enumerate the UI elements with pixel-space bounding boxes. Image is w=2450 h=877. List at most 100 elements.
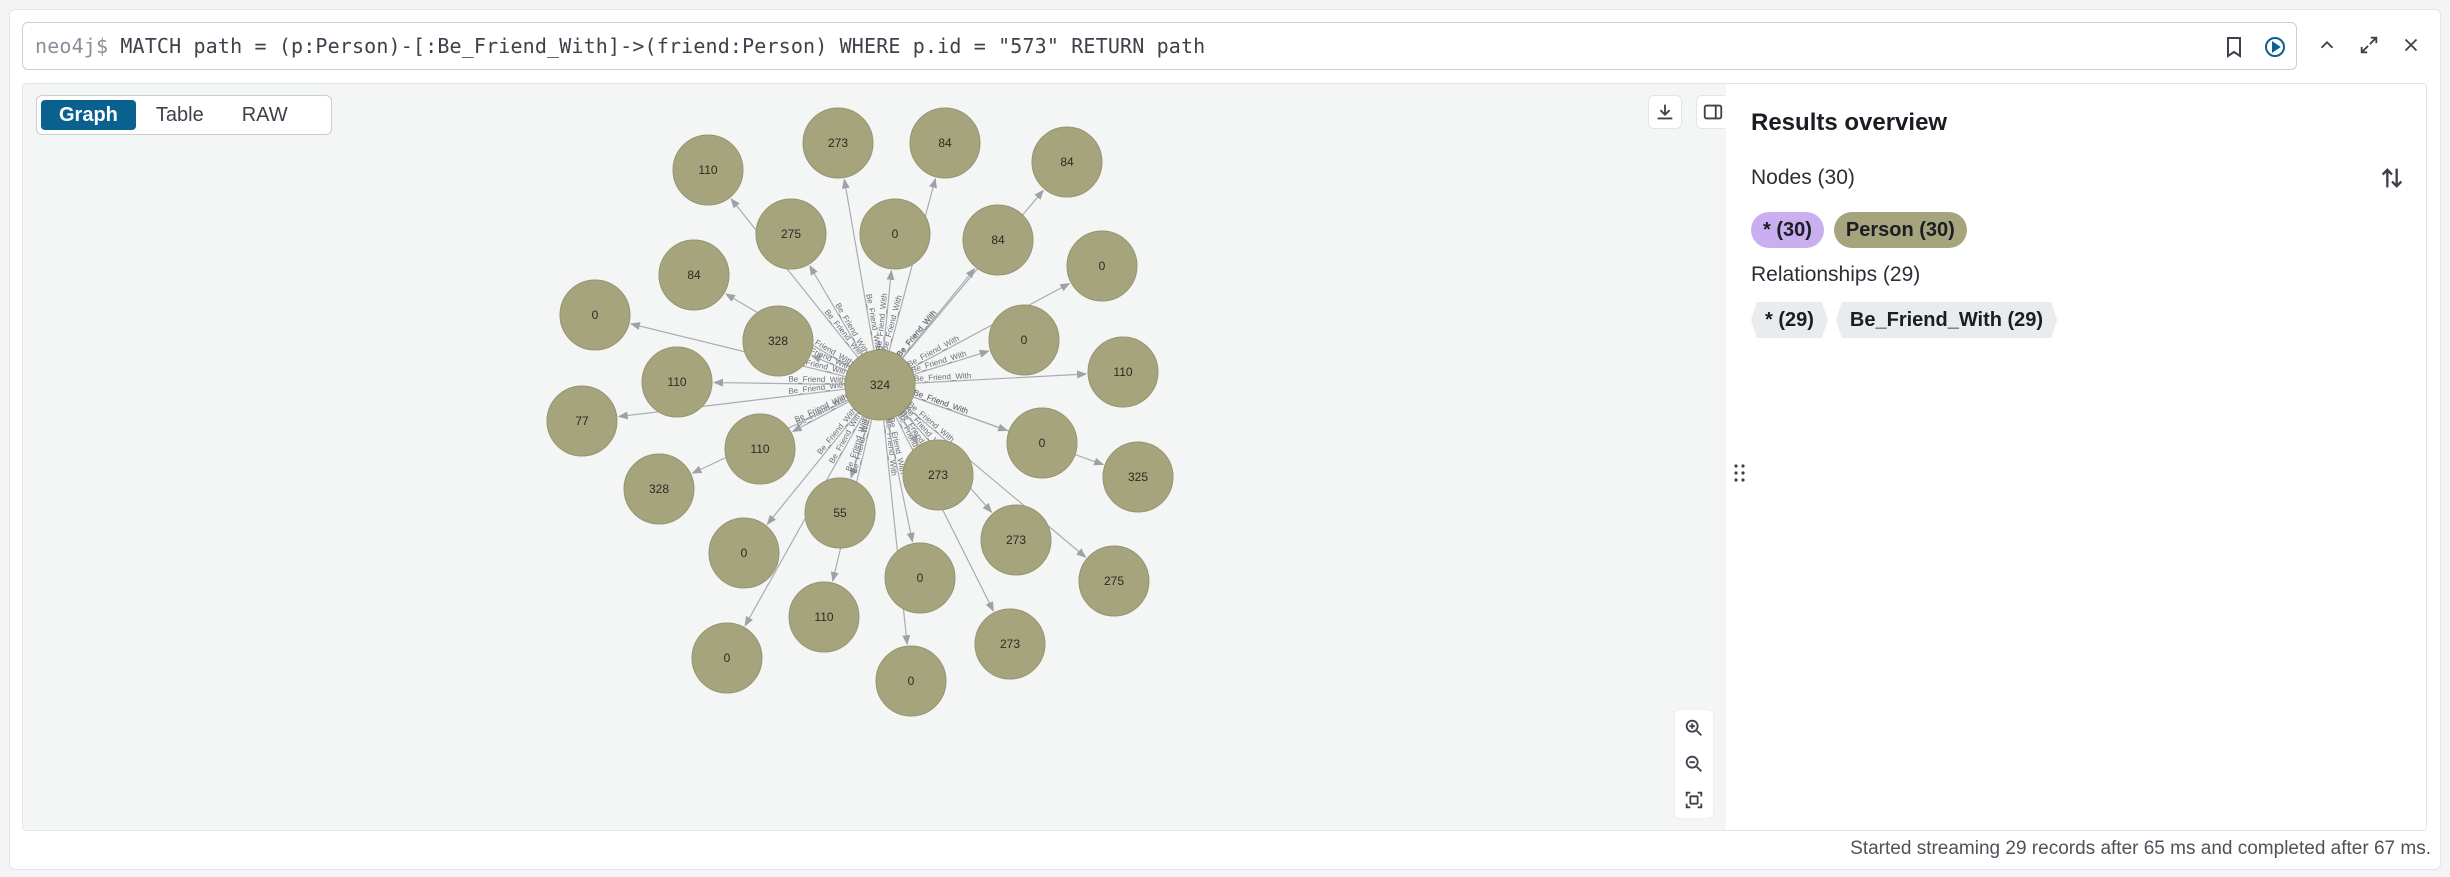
download-button[interactable]	[1648, 95, 1682, 129]
fit-to-screen-icon[interactable]	[1680, 786, 1708, 814]
panel-icon	[1703, 104, 1723, 120]
node-label: 55	[833, 506, 847, 520]
person-node[interactable]: 0	[988, 304, 1060, 376]
node-label: 273	[1000, 637, 1020, 651]
node-label: 110	[750, 442, 769, 456]
node-layer: 110 273 84 84 0 110 325 275 273 0 0 77 0 275 0 84 328 110…	[546, 107, 1174, 717]
result-area: Be_Friend_With Be_Friend_With Be_Friend_Wi…	[22, 83, 2427, 831]
fullscreen-icon[interactable]	[2355, 31, 2383, 59]
person-node[interactable]: 0	[859, 198, 931, 270]
person-node[interactable]: 0	[1066, 230, 1138, 302]
node-label: 0	[1099, 259, 1106, 273]
query-editor[interactable]: neo4j$ MATCH path = (p:Person)-[:Be_Frie…	[22, 22, 2297, 70]
person-node[interactable]: 0	[1006, 407, 1078, 479]
node-label: 0	[908, 674, 915, 688]
bookmark-icon[interactable]	[2220, 33, 2248, 61]
node-label: 325	[1128, 470, 1148, 484]
node-label: 273	[1006, 533, 1026, 547]
node-label: 328	[768, 334, 788, 348]
person-node[interactable]: 275	[1078, 545, 1150, 617]
person-node[interactable]: 110	[788, 581, 860, 653]
person-node[interactable]: 84	[1031, 126, 1103, 198]
relationship-type-tags: * (29) Be_Friend_With (29)	[1751, 302, 2057, 338]
person-node[interactable]: 273	[802, 107, 874, 179]
person-node[interactable]: 275	[755, 198, 827, 270]
person-node[interactable]: 84	[909, 107, 981, 179]
person-node[interactable]: 0	[884, 542, 956, 614]
query-text[interactable]: neo4j$ MATCH path = (p:Person)-[:Be_Frie…	[35, 34, 1205, 58]
person-node[interactable]: 77	[546, 385, 618, 457]
node-label: 110	[667, 375, 686, 389]
person-node[interactable]: 0	[559, 279, 631, 351]
graph-canvas[interactable]: Be_Friend_WithBe_Friend_WithBe_Friend_Wi…	[23, 84, 1726, 831]
relationship-label: Be_Friend_With	[914, 371, 972, 383]
panel-resize-handle[interactable]	[1733, 463, 1747, 483]
relationship-label: Be_Friend_With	[788, 375, 845, 385]
node-label: 110	[698, 163, 717, 177]
person-node[interactable]: 273	[980, 504, 1052, 576]
overview-title: Results overview	[1751, 109, 1948, 136]
query-prompt: neo4j$	[35, 34, 109, 58]
node-label: 0	[724, 651, 731, 665]
sort-icon[interactable]	[2378, 164, 2406, 192]
person-node[interactable]: 328	[623, 453, 695, 525]
person-node[interactable]: 0	[708, 517, 780, 589]
node-label: 110	[814, 610, 833, 624]
person-node[interactable]: 110	[641, 346, 713, 418]
graph-pane[interactable]: Be_Friend_With Be_Friend_With Be_Friend_Wi…	[23, 84, 1730, 831]
node-label: 77	[575, 414, 589, 428]
person-node[interactable]: 273	[902, 439, 974, 511]
query-string: MATCH path = (p:Person)-[:Be_Friend_With…	[108, 34, 1206, 58]
person-node[interactable]: 0	[875, 645, 947, 717]
node-label: 328	[649, 482, 669, 496]
node-label: 0	[741, 546, 748, 560]
person-node-center[interactable]: 324	[844, 349, 916, 421]
person-node[interactable]: 273	[974, 608, 1046, 680]
person-node[interactable]: 84	[962, 204, 1034, 276]
person-node[interactable]: 328	[742, 305, 814, 377]
node-label: 84	[687, 268, 701, 282]
rel-tag-be-friend-with[interactable]: Be_Friend_With (29)	[1836, 302, 2057, 338]
node-label: 110	[1113, 365, 1132, 379]
tab-graph[interactable]: Graph	[41, 100, 136, 130]
node-label: 273	[928, 468, 948, 482]
node-label: 0	[1039, 436, 1046, 450]
collapse-icon[interactable]	[2313, 31, 2341, 59]
zoom-in-icon[interactable]	[1680, 714, 1708, 742]
node-label: 0	[592, 308, 599, 322]
person-node[interactable]: 110	[672, 134, 744, 206]
download-icon	[1657, 104, 1673, 120]
node-label: 0	[917, 571, 924, 585]
node-label: 0	[892, 227, 899, 241]
tab-table[interactable]: Table	[138, 100, 222, 130]
person-node[interactable]: 84	[658, 239, 730, 311]
node-label: 84	[991, 233, 1005, 247]
tab-raw[interactable]: RAW	[224, 100, 306, 130]
zoom-controls	[1674, 709, 1714, 819]
node-label: 84	[938, 136, 952, 150]
rel-tag-all[interactable]: * (29)	[1751, 302, 1828, 338]
person-node[interactable]: 110	[1087, 336, 1159, 408]
results-overview-panel: Results overview Nodes (30) * (30) Perso…	[1726, 84, 2426, 830]
toggle-panel-button[interactable]	[1696, 95, 1730, 129]
view-toggle: Graph Table RAW	[36, 95, 332, 135]
zoom-out-icon[interactable]	[1680, 750, 1708, 778]
node-label: 0	[1021, 333, 1028, 347]
node-label: 275	[781, 227, 801, 241]
relationships-heading: Relationships (29)	[1751, 263, 1921, 286]
node-pill-all[interactable]: * (30)	[1751, 212, 1824, 248]
node-label-pills: * (30) Person (30)	[1751, 212, 1967, 248]
node-pill-person[interactable]: Person (30)	[1833, 212, 1967, 248]
node-label: 275	[1104, 574, 1124, 588]
person-node[interactable]: 325	[1102, 441, 1174, 513]
node-label: 324	[870, 378, 890, 392]
nodes-heading: Nodes (30)	[1751, 166, 1855, 189]
node-label: 273	[828, 136, 848, 150]
person-node[interactable]: 110	[724, 413, 796, 485]
run-query-icon[interactable]	[2261, 33, 2289, 61]
person-node[interactable]: 55	[804, 477, 876, 549]
close-icon[interactable]	[2397, 31, 2425, 59]
person-node[interactable]: 0	[691, 622, 763, 694]
status-message: Started streaming 29 records after 65 ms…	[1850, 838, 2431, 859]
node-label: 84	[1060, 155, 1074, 169]
